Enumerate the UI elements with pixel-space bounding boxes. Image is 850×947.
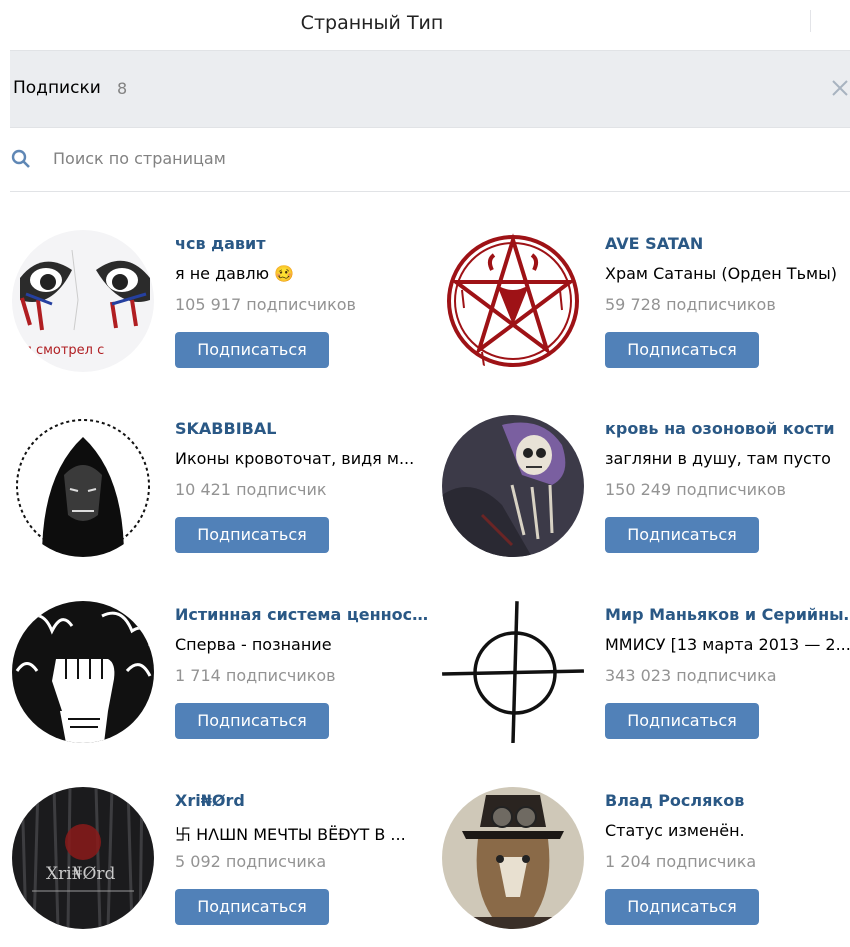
- search-input[interactable]: Поиск по страницам: [53, 149, 226, 168]
- subscriber-count: 1 714 подписчиков: [175, 666, 336, 685]
- community-status: 卐 HΛШN МЕЧТЫ BЁÐYТ В ...: [175, 825, 406, 844]
- community-status: Сперва - познание: [175, 635, 332, 654]
- community-avatar[interactable]: [442, 601, 584, 743]
- community-status: я не давлю 🥴: [175, 264, 430, 283]
- community-name[interactable]: Влад Росляков: [605, 791, 850, 810]
- subscribe-button[interactable]: Подписаться: [175, 703, 329, 739]
- community-name[interactable]: Xri₦Ørd: [175, 791, 431, 810]
- subscriptions-count: 8: [117, 79, 128, 98]
- community-name[interactable]: Истинная система ценност...: [175, 605, 431, 624]
- subscribe-button[interactable]: Подписаться: [605, 703, 759, 739]
- community-avatar[interactable]: [442, 787, 584, 929]
- community-name[interactable]: Мир Маньяков и Серийны...: [605, 605, 850, 624]
- community-card: кровь на озоновой кости загляни в душу, …: [442, 415, 850, 575]
- close-icon[interactable]: [830, 77, 850, 99]
- avatar-caption: я смотрел с: [24, 343, 104, 358]
- subscriber-count: 105 917 подписчиков: [175, 295, 356, 314]
- community-card: SKABBIBAL Иконы кровоточат, видя м... 10…: [12, 415, 432, 575]
- subscribe-button[interactable]: Подписаться: [605, 889, 759, 925]
- subscriber-count: 10 421 подписчик: [175, 480, 327, 499]
- community-status: загляни в душу, там пусто: [605, 449, 831, 468]
- community-card: Влад Росляков Статус изменён. 1 204 подп…: [442, 787, 850, 947]
- community-avatar[interactable]: Xri₦Ørd: [12, 787, 154, 929]
- community-card: AVE SATAN Храм Сатаны (Орден Тьмы) 59 72…: [442, 230, 850, 390]
- search-icon: [10, 148, 32, 170]
- community-name[interactable]: AVE SATAN: [605, 234, 850, 253]
- subscriber-count: 59 728 подписчиков: [605, 295, 776, 314]
- community-status: Статус изменён.: [605, 821, 745, 840]
- community-avatar[interactable]: я смотрел с: [12, 230, 154, 372]
- subscribe-button[interactable]: Подписаться: [175, 332, 329, 368]
- community-status: ММИСУ [13 марта 2013 — 2...: [605, 635, 850, 654]
- top-bar: Странный Тип: [0, 0, 850, 50]
- subscriber-count: 343 023 подписчика: [605, 666, 777, 685]
- community-card: Истинная система ценност... Сперва - поз…: [12, 601, 432, 761]
- header-divider: [810, 10, 811, 32]
- subscriptions-header: Подписки 8: [10, 50, 850, 128]
- subscribe-button[interactable]: Подписаться: [175, 517, 329, 553]
- community-card: Мир Маньяков и Серийны... ММИСУ [13 март…: [442, 601, 850, 761]
- community-status: Храм Сатаны (Орден Тьмы): [605, 264, 837, 283]
- status-text: я не давлю: [175, 264, 270, 283]
- community-avatar[interactable]: [12, 415, 154, 557]
- avatar-caption: Xri₦Ørd: [46, 864, 116, 884]
- community-name[interactable]: кровь на озоновой кости: [605, 419, 850, 438]
- page-title: Странный Тип: [300, 12, 444, 34]
- emoji-icon: 🥴: [274, 264, 295, 283]
- community-avatar[interactable]: [12, 601, 154, 743]
- community-card: Xri₦Ørd Xri₦Ørd 卐 HΛШN МЕЧТЫ BЁÐYТ В ...…: [12, 787, 432, 947]
- subscriptions-label: Подписки: [13, 78, 101, 98]
- subscriber-count: 1 204 подписчика: [605, 852, 757, 871]
- subscriber-count: 5 092 подписчика: [175, 852, 327, 871]
- subscriber-count: 150 249 подписчиков: [605, 480, 786, 499]
- community-status: Иконы кровоточат, видя м...: [175, 449, 415, 468]
- community-name[interactable]: чсв давит: [175, 234, 431, 253]
- subscribe-button[interactable]: Подписаться: [175, 889, 329, 925]
- subscribe-button[interactable]: Подписаться: [605, 517, 759, 553]
- community-avatar[interactable]: [442, 230, 584, 372]
- subscribe-button[interactable]: Подписаться: [605, 332, 759, 368]
- search-bar[interactable]: Поиск по страницам: [10, 128, 850, 192]
- community-card: я смотрел с чсв давит я не давлю 🥴 105 9…: [12, 230, 432, 390]
- community-avatar[interactable]: [442, 415, 584, 557]
- community-name[interactable]: SKABBIBAL: [175, 419, 431, 438]
